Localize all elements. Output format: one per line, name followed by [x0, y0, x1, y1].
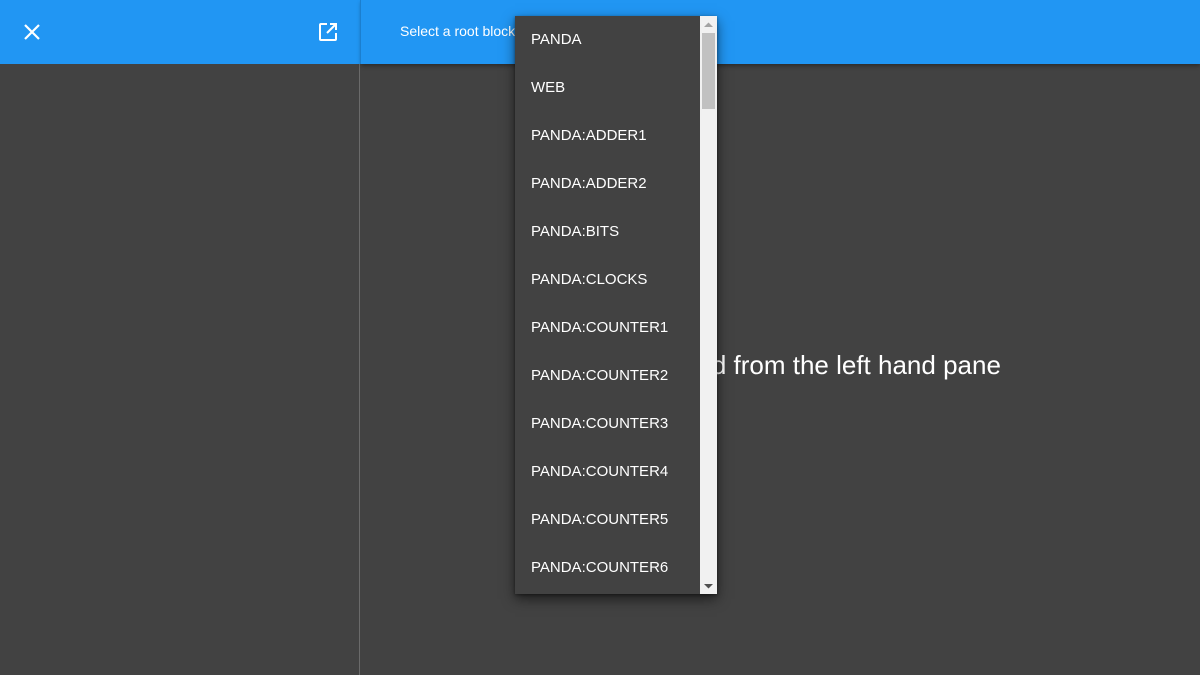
- dropdown-item-counter5[interactable]: PANDA:COUNTER5: [515, 496, 700, 544]
- dropdown-item-counter1[interactable]: PANDA:COUNTER1: [515, 304, 700, 352]
- left-pane: [0, 0, 360, 675]
- dropdown-item-counter2[interactable]: PANDA:COUNTER2: [515, 352, 700, 400]
- root-block-select-label[interactable]: Select a root block: [400, 23, 515, 39]
- dropdown-item-adder1[interactable]: PANDA:ADDER1: [515, 112, 700, 160]
- dropdown-item-web[interactable]: WEB: [515, 64, 700, 112]
- scroll-down-arrow-icon[interactable]: [700, 577, 717, 594]
- open-in-new-icon: [319, 23, 337, 41]
- dropdown-item-panda[interactable]: PANDA: [515, 16, 700, 64]
- close-button[interactable]: [12, 12, 52, 52]
- dropdown-item-counter3[interactable]: PANDA:COUNTER3: [515, 400, 700, 448]
- scroll-up-arrow-icon[interactable]: [700, 16, 717, 33]
- dropdown-item-counter4[interactable]: PANDA:COUNTER4: [515, 448, 700, 496]
- empty-state-message: e select a field from the left hand pane: [560, 350, 1001, 380]
- root-block-dropdown[interactable]: PANDA WEB PANDA:ADDER1 PANDA:ADDER2 PAND…: [515, 16, 717, 594]
- header-divider: [360, 0, 361, 64]
- dropdown-scrollbar[interactable]: [700, 16, 717, 594]
- open-in-new-button[interactable]: [308, 12, 348, 52]
- scrollbar-thumb[interactable]: [702, 33, 715, 109]
- left-header: [0, 0, 360, 64]
- dropdown-item-bits[interactable]: PANDA:BITS: [515, 208, 700, 256]
- dropdown-item-counter6[interactable]: PANDA:COUNTER6: [515, 544, 700, 592]
- dropdown-item-clocks[interactable]: PANDA:CLOCKS: [515, 256, 700, 304]
- close-icon: [24, 24, 40, 40]
- dropdown-list: PANDA WEB PANDA:ADDER1 PANDA:ADDER2 PAND…: [515, 16, 700, 594]
- dropdown-item-adder2[interactable]: PANDA:ADDER2: [515, 160, 700, 208]
